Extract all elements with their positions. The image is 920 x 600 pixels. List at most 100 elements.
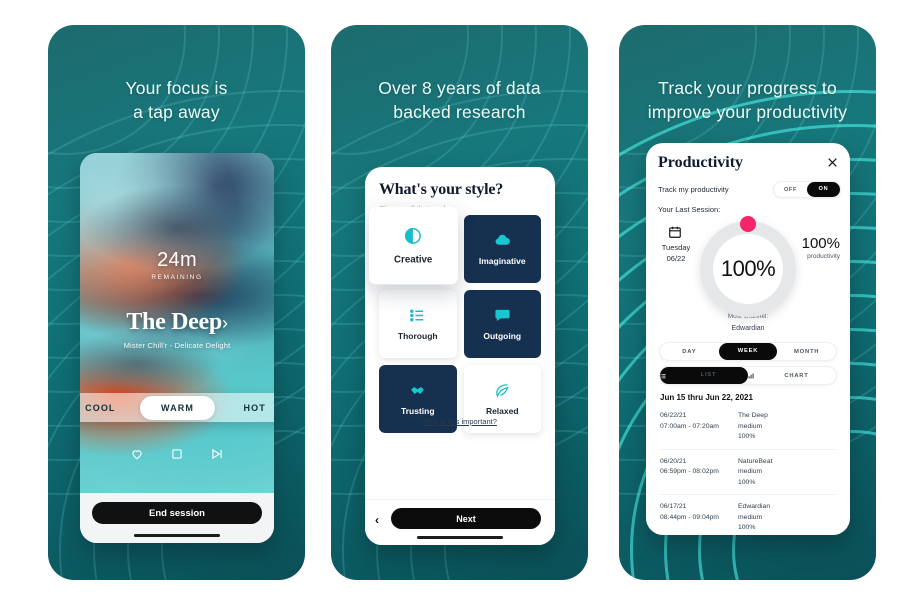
period-segmented-control[interactable]: DAY WEEK MONTH [660, 343, 836, 360]
session-date: 06/17/21 [660, 503, 687, 511]
track-title: The Deep [126, 309, 222, 335]
track-productivity-toggle[interactable]: OFF ON [774, 182, 840, 197]
phone-mockup-productivity: Productivity Track my productivity OFF O… [646, 143, 850, 535]
leaf-icon [495, 384, 509, 399]
session-left: 06/17/21 08:44pm - 09:04pm [660, 502, 738, 534]
panel-3-headline: Track your progress to improve your produ… [647, 78, 848, 122]
style-card-label: Trusting [400, 406, 435, 416]
date-range-label: Jun 15 thru Jun 22, 2021 [660, 393, 753, 402]
calendar-icon [669, 226, 681, 238]
productivity-ring: 100% [700, 216, 796, 317]
style-card-label: Thorough [397, 331, 438, 341]
next-button[interactable]: Next [391, 508, 541, 529]
session-time: 06:59pm - 08:02pm [660, 468, 719, 476]
screenshot-stage: Your focus is a tap away 24m REMAINING Th… [0, 0, 920, 600]
session-name: NatureBeat [738, 457, 773, 465]
session-date: 06/22 [666, 254, 686, 263]
style-card-grid: Creative Imaginative Thorough Outgoing T… [369, 206, 541, 433]
close-icon[interactable] [826, 156, 839, 169]
promo-panel-3: Track your progress to improve your produ… [619, 25, 876, 580]
last-session-label: Your Last Session: [658, 205, 721, 214]
track-productivity-row: Track my productivity OFF ON [658, 182, 840, 197]
temp-option-warm[interactable]: WARM [140, 395, 215, 420]
style-card-label: Outgoing [483, 331, 522, 341]
list-icon [410, 309, 424, 322]
view-option-list-label: LIST [700, 372, 717, 378]
session-pct: 100% [738, 524, 756, 532]
session-list: 06/22/21 07:00am - 07:20am The Deep medi… [660, 409, 836, 535]
end-session-button[interactable]: End session [92, 502, 262, 524]
style-sheet-title: What's your style? [379, 181, 504, 198]
productivity-title: Productivity [658, 154, 744, 171]
period-option-day[interactable]: DAY [660, 349, 719, 355]
session-date: 06/20/21 [660, 457, 687, 465]
timer-label: REMAINING [151, 274, 203, 281]
session-level: medium [738, 513, 763, 521]
home-indicator [417, 535, 503, 539]
handshake-icon [411, 386, 425, 395]
session-time: 07:00am - 07:20am [660, 422, 719, 430]
session-left: 06/20/21 06:59pm - 08:02pm [660, 457, 738, 489]
player-text-block: 24m REMAINING The Deep› Mister Chill'r -… [80, 249, 274, 350]
chart-view-icon [748, 373, 754, 378]
period-option-month[interactable]: MONTH [777, 349, 836, 355]
cloud-icon [495, 234, 510, 245]
session-percent-label: productivity [807, 253, 840, 260]
track-title-row[interactable]: The Deep› [80, 309, 274, 336]
most-used-value: Edwardian [731, 325, 765, 332]
session-left: 06/22/21 07:00am - 07:20am [660, 411, 738, 443]
session-name: The Deep [738, 412, 768, 419]
phone-mockup-style-picker: What's your style? Choose all that apply… [365, 167, 555, 545]
style-card-creative[interactable]: Creative [369, 206, 458, 285]
track-productivity-label: Track my productivity [658, 185, 729, 194]
ring-value: 100% [720, 256, 776, 281]
timer-remaining: 24m [157, 249, 197, 271]
style-card-label: Imaginative [478, 256, 526, 266]
session-right: NatureBeat medium 100% [738, 457, 836, 489]
period-option-week[interactable]: WEEK [718, 343, 778, 360]
view-segmented-control[interactable]: LIST CHART [660, 367, 836, 384]
style-card-label: Creative [394, 253, 433, 265]
panel-2-headline: Over 8 years of data backed research [378, 78, 541, 122]
style-card-thorough[interactable]: Thorough [379, 290, 457, 358]
chat-icon [495, 309, 510, 322]
session-name: Edwardian [738, 503, 771, 511]
home-indicator [134, 533, 220, 537]
promo-panel-1: Your focus is a tap away 24m REMAINING Th… [48, 25, 305, 580]
toggle-option-on[interactable]: ON [807, 182, 840, 197]
media-controls [80, 447, 274, 461]
session-right: The Deep medium 100% [738, 411, 836, 443]
promo-panel-2: Over 8 years of data backed research What… [331, 25, 588, 580]
view-option-list[interactable]: LIST [660, 367, 748, 384]
style-card-imaginative[interactable]: Imaginative [463, 215, 541, 283]
session-level: medium [738, 468, 763, 476]
temp-option-hot[interactable]: HOT [217, 403, 274, 413]
view-option-chart-label: CHART [784, 372, 809, 379]
temp-option-cool[interactable]: COOL [80, 403, 138, 413]
view-option-chart[interactable]: CHART [748, 373, 836, 379]
stop-icon[interactable] [170, 447, 184, 461]
phone-mockup-player: 24m REMAINING The Deep› Mister Chill'r -… [80, 153, 274, 543]
session-day: Tuesday [661, 243, 691, 252]
ring-progress-dot [740, 216, 756, 232]
session-pct: 100% [738, 478, 756, 486]
session-row[interactable]: 06/17/21 08:44pm - 09:04pm Edwardian med… [660, 494, 836, 535]
session-date: 06/22/21 [660, 412, 687, 419]
why-important-link[interactable]: Why is this important? [365, 417, 555, 426]
session-row[interactable]: 06/20/21 06:59pm - 08:02pm NatureBeat me… [660, 448, 836, 495]
heart-icon[interactable] [130, 447, 144, 461]
temperature-segmented-control[interactable]: COOL WARM HOT [80, 393, 274, 422]
style-card-outgoing[interactable]: Outgoing [463, 290, 541, 358]
session-level: medium [738, 422, 763, 430]
list-view-icon [660, 373, 666, 378]
ring-center: 100% [713, 234, 783, 304]
style-card-label: Relaxed [485, 406, 519, 416]
session-percent: 100% [801, 235, 840, 252]
session-right: Edwardian medium 100% [738, 502, 836, 534]
skip-next-icon[interactable] [210, 447, 224, 461]
toggle-option-off[interactable]: OFF [774, 187, 807, 193]
session-row[interactable]: 06/22/21 07:00am - 07:20am The Deep medi… [660, 409, 836, 449]
back-chevron-icon[interactable]: ‹ [375, 513, 379, 527]
session-time: 08:44pm - 09:04pm [660, 513, 719, 521]
chevron-right-icon: › [221, 313, 228, 333]
